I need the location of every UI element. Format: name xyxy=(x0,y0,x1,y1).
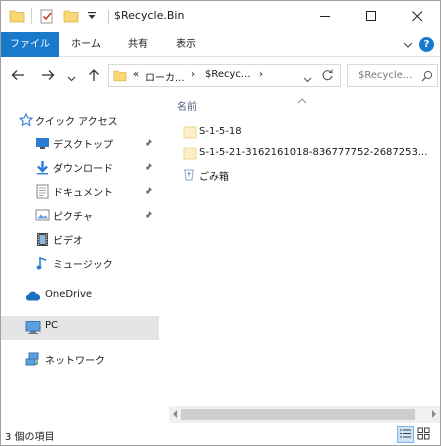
folder-icon xyxy=(183,146,197,163)
large-icons-view-icon xyxy=(417,427,430,440)
details-view-icon xyxy=(400,429,411,438)
file-name: S-1-5-21-3162161018-836777752-2687253... xyxy=(199,147,428,158)
search-input[interactable]: $Recycle... xyxy=(347,64,438,87)
file-name: ごみ箱 xyxy=(199,172,229,183)
toolbar-divider xyxy=(31,8,32,24)
list-item[interactable]: S-1-5-21-3162161018-836777752-2687253... xyxy=(179,144,437,164)
scrollbar-thumb[interactable] xyxy=(181,409,415,420)
nav-label: ピクチャ xyxy=(53,212,93,223)
pin-icon[interactable] xyxy=(144,186,153,199)
nav-item-pc[interactable]: PC xyxy=(1,316,159,340)
maximize-button[interactable] xyxy=(348,1,394,32)
maximize-icon xyxy=(365,11,376,21)
forward-arrow-icon[interactable] xyxy=(41,69,55,84)
explorer-window: $Recycle.Bin ファイル ホーム 共有 表示 ? « ローカ... ›… xyxy=(0,0,441,446)
refresh-icon[interactable] xyxy=(321,69,334,85)
horizontal-scrollbar[interactable] xyxy=(169,406,440,423)
title-divider xyxy=(108,10,109,24)
nav-label: ネットワーク xyxy=(45,356,105,367)
minimize-icon xyxy=(319,16,330,17)
customize-dropdown-icon[interactable] xyxy=(87,11,97,24)
new-folder-icon[interactable] xyxy=(63,9,79,26)
nav-label: PC xyxy=(45,320,59,331)
close-button[interactable] xyxy=(394,1,440,32)
search-placeholder: $Recycle... xyxy=(358,70,413,81)
nav-item-onedrive[interactable]: OneDrive xyxy=(1,285,159,309)
sort-ascending-icon xyxy=(297,94,307,107)
video-icon xyxy=(36,232,49,250)
nav-label: ビデオ xyxy=(53,236,83,247)
folder-icon xyxy=(113,69,127,85)
details-view-button[interactable] xyxy=(397,426,414,443)
nav-label: ドキュメント xyxy=(53,188,113,199)
ribbon-tabs: ファイル ホーム 共有 表示 ? xyxy=(1,32,440,57)
pin-icon[interactable] xyxy=(144,210,153,223)
help-icon[interactable]: ? xyxy=(419,37,434,52)
window-title: $Recycle.Bin xyxy=(114,9,185,22)
minimize-button[interactable] xyxy=(302,1,348,32)
recent-locations-chevron-icon[interactable] xyxy=(67,72,76,85)
nav-label: ミュージック xyxy=(53,260,113,271)
breadcrumb-local-disk[interactable]: ローカ... xyxy=(145,69,185,84)
breadcrumb-separator[interactable]: › xyxy=(259,69,263,80)
quick-access-star-icon xyxy=(18,112,34,130)
item-count: 3 個の項目 xyxy=(5,432,55,443)
pc-icon xyxy=(25,320,41,338)
list-item[interactable]: ごみ箱 xyxy=(179,165,437,185)
nav-label: ダウンロード xyxy=(53,164,113,175)
status-bar: 3 個の項目 xyxy=(1,423,440,445)
address-bar[interactable]: « ローカ... › $Recyc... › xyxy=(108,64,341,87)
tab-view[interactable]: 表示 xyxy=(163,32,209,57)
pin-icon[interactable] xyxy=(144,162,153,175)
onedrive-cloud-icon xyxy=(25,291,41,304)
nav-label: デスクトップ xyxy=(53,140,113,151)
file-list: 名前 S-1-5-18 S-1-5-21-3162161018-83677775… xyxy=(159,93,440,423)
navigation-pane: クイック アクセス デスクトップ ダウンロード ドキュメント ピクチャ ビデオ … xyxy=(1,93,159,423)
large-icons-view-button[interactable] xyxy=(416,426,433,443)
pin-icon[interactable] xyxy=(144,138,153,151)
scroll-left-icon[interactable] xyxy=(173,410,177,418)
download-arrow-icon xyxy=(35,160,50,178)
nav-item-documents[interactable]: ドキュメント xyxy=(1,180,159,204)
network-icon xyxy=(25,352,41,370)
expand-ribbon-icon[interactable] xyxy=(403,39,413,52)
tab-home[interactable]: ホーム xyxy=(61,32,111,57)
tab-share[interactable]: 共有 xyxy=(115,32,161,57)
up-arrow-icon[interactable] xyxy=(88,68,100,85)
back-arrow-icon[interactable] xyxy=(11,69,25,84)
close-icon xyxy=(411,11,422,22)
folder-icon xyxy=(9,9,25,26)
breadcrumb-overflow[interactable]: « xyxy=(133,69,139,80)
nav-item-quick-access[interactable]: クイック アクセス xyxy=(1,109,159,133)
scroll-right-icon[interactable] xyxy=(432,410,436,418)
title-bar: $Recycle.Bin xyxy=(1,1,440,32)
folder-icon xyxy=(183,125,197,142)
navigation-bar: « ローカ... › $Recyc... › $Recycle... xyxy=(1,57,440,93)
file-name: S-1-5-18 xyxy=(199,126,242,137)
properties-check-icon[interactable] xyxy=(39,9,55,27)
list-item[interactable]: S-1-5-18 xyxy=(179,123,437,143)
document-icon xyxy=(36,184,49,202)
nav-item-network[interactable]: ネットワーク xyxy=(1,348,159,372)
search-icon xyxy=(421,70,433,85)
nav-item-downloads[interactable]: ダウンロード xyxy=(1,156,159,180)
music-icon xyxy=(36,256,48,274)
nav-item-desktop[interactable]: デスクトップ xyxy=(1,132,159,156)
breadcrumb-separator[interactable]: › xyxy=(191,69,195,80)
breadcrumb-recycle-bin[interactable]: $Recyc... xyxy=(205,69,250,80)
nav-label: OneDrive xyxy=(45,289,93,300)
desktop-icon xyxy=(35,136,50,153)
nav-item-music[interactable]: ミュージック xyxy=(1,252,159,276)
recycle-bin-icon xyxy=(183,167,195,184)
address-dropdown-icon[interactable] xyxy=(303,73,312,86)
nav-item-pictures[interactable]: ピクチャ xyxy=(1,204,159,228)
nav-item-videos[interactable]: ビデオ xyxy=(1,228,159,252)
pictures-icon xyxy=(35,208,50,225)
nav-label: クイック アクセス xyxy=(35,117,118,128)
tab-file[interactable]: ファイル xyxy=(1,32,59,57)
column-header-name[interactable]: 名前 xyxy=(177,98,197,113)
